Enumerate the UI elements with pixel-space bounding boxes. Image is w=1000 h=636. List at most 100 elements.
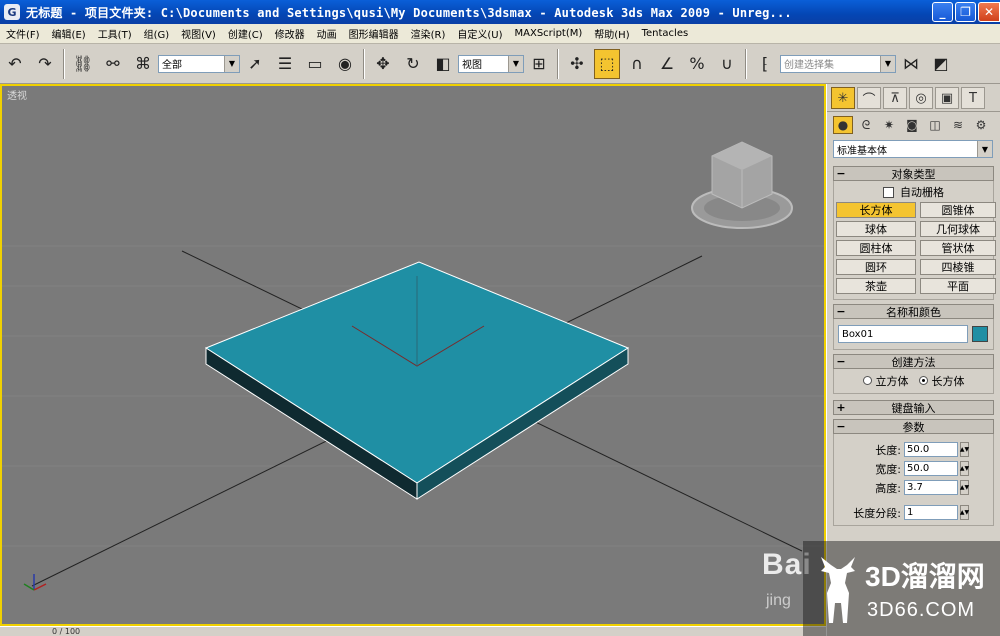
geometry-icon[interactable]: ● xyxy=(833,116,853,134)
keyboard-entry-rollout-header[interactable]: + 键盘输入 xyxy=(833,400,994,415)
teapot-button[interactable]: 茶壶 xyxy=(836,278,916,294)
object-color-swatch[interactable] xyxy=(972,326,988,342)
helpers-icon[interactable]: ◫ xyxy=(925,116,945,134)
height-spinner[interactable]: ▲▼ xyxy=(960,480,969,495)
width-spinner[interactable]: ▲▼ xyxy=(960,461,969,476)
select-object-icon[interactable]: ➚ xyxy=(242,49,268,79)
edit-named-selection-icon[interactable]: ⁅ xyxy=(752,49,778,79)
collapse-icon: − xyxy=(836,420,846,433)
motion-tab-icon[interactable]: ◎ xyxy=(909,87,933,109)
plane-button[interactable]: 平面 xyxy=(920,278,996,294)
category-dropdown[interactable]: 标准基本体 ▼ xyxy=(833,140,993,158)
menu-edit[interactable]: 编辑(E) xyxy=(46,26,92,41)
rectangular-selection-icon[interactable]: ▭ xyxy=(302,49,328,79)
viewport-label[interactable]: 透视 xyxy=(7,87,27,102)
torus-button[interactable]: 圆环 xyxy=(836,259,916,275)
site-logo-watermark: 3D溜溜网 3D66.COM xyxy=(803,541,1000,636)
menu-rendering[interactable]: 渲染(R) xyxy=(405,26,452,41)
tube-button[interactable]: 管状体 xyxy=(920,240,996,256)
hierarchy-tab-icon[interactable]: ⊼ xyxy=(883,87,907,109)
menu-bar: 文件(F) 编辑(E) 工具(T) 组(G) 视图(V) 创建(C) 修改器 动… xyxy=(0,24,1000,44)
object-type-rollout-header[interactable]: − 对象类型 xyxy=(833,166,994,181)
cone-button[interactable]: 圆锥体 xyxy=(920,202,996,218)
reference-coord-dropdown[interactable]: 视图 ▼ xyxy=(458,54,524,73)
utilities-tab-icon[interactable]: T xyxy=(961,87,985,109)
menu-group[interactable]: 组(G) xyxy=(138,26,176,41)
display-tab-icon[interactable]: ▣ xyxy=(935,87,959,109)
modify-tab-icon[interactable]: ⌒ xyxy=(857,87,881,109)
sphere-button[interactable]: 球体 xyxy=(836,221,916,237)
menu-tools[interactable]: 工具(T) xyxy=(92,26,138,41)
select-by-name-icon[interactable]: ☰ xyxy=(272,49,298,79)
menu-graph-editors[interactable]: 图形编辑器 xyxy=(343,26,405,41)
height-field[interactable]: 3.7 xyxy=(904,480,958,495)
parameters-rollout-header[interactable]: − 参数 xyxy=(833,419,994,434)
bind-space-warp-icon[interactable]: ⌘ xyxy=(130,49,156,79)
object-name-field[interactable]: Box01 xyxy=(838,325,968,343)
cameras-icon[interactable]: ◙ xyxy=(902,116,922,134)
align-icon[interactable]: ◩ xyxy=(928,49,954,79)
category-dropdown-value: 标准基本体 xyxy=(837,145,887,157)
pyramid-button[interactable]: 四棱锥 xyxy=(920,259,996,275)
undo-icon[interactable]: ↶ xyxy=(2,49,28,79)
select-and-manipulate-icon[interactable]: ✣ xyxy=(564,49,590,79)
width-field[interactable]: 50.0 xyxy=(904,461,958,476)
reference-coord-value: 视图 xyxy=(462,60,482,71)
lights-icon[interactable]: ✷ xyxy=(879,116,899,134)
menu-create[interactable]: 创建(C) xyxy=(222,26,269,41)
minimize-button[interactable]: _ xyxy=(932,2,953,22)
create-tab-icon[interactable]: ✳ xyxy=(831,87,855,109)
shapes-icon[interactable]: ᘓ xyxy=(856,116,876,134)
auto-grid-checkbox[interactable] xyxy=(883,186,894,198)
menu-modifiers[interactable]: 修改器 xyxy=(269,26,311,41)
perspective-viewport[interactable]: 透视 xyxy=(0,84,826,626)
3ds-max-icon[interactable]: G xyxy=(4,4,20,20)
selection-filter-dropdown[interactable]: 全部 ▼ xyxy=(158,54,240,73)
snap-toggle-icon[interactable]: ∩ xyxy=(624,49,650,79)
time-slider[interactable]: 0 / 100 xyxy=(0,627,150,636)
select-and-move-icon[interactable]: ✥ xyxy=(370,49,396,79)
box-radio-option[interactable]: 长方体 xyxy=(918,373,965,389)
menu-help[interactable]: 帮助(H) xyxy=(588,26,635,41)
redo-icon[interactable]: ↷ xyxy=(32,49,58,79)
chevron-down-icon: ▼ xyxy=(977,141,992,157)
menu-views[interactable]: 视图(V) xyxy=(175,26,222,41)
keyboard-shortcut-override-icon[interactable]: ⬚ xyxy=(594,48,620,79)
named-selection-dropdown[interactable]: 创建选择集 ▼ xyxy=(780,54,896,73)
box-radio[interactable] xyxy=(918,376,928,385)
cube-radio[interactable] xyxy=(862,376,872,385)
select-and-rotate-icon[interactable]: ↻ xyxy=(400,49,426,79)
select-and-scale-icon[interactable]: ◧ xyxy=(430,49,456,79)
name-color-rollout-header[interactable]: − 名称和颜色 xyxy=(833,304,994,319)
cube-radio-option[interactable]: 立方体 xyxy=(862,373,909,389)
collapse-icon: − xyxy=(836,167,846,180)
unlink-icon[interactable]: ⚯ xyxy=(100,49,126,79)
cylinder-button[interactable]: 圆柱体 xyxy=(836,240,916,256)
menu-maxscript[interactable]: MAXScript(M) xyxy=(509,28,589,39)
percent-snap-icon[interactable]: % xyxy=(684,49,710,79)
close-button[interactable]: ✕ xyxy=(978,2,1000,22)
menu-customize[interactable]: 自定义(U) xyxy=(451,26,508,41)
menu-animation[interactable]: 动画 xyxy=(311,26,343,41)
box-button[interactable]: 长方体 xyxy=(836,202,916,218)
length-field[interactable]: 50.0 xyxy=(904,442,958,457)
length-segs-field[interactable]: 1 xyxy=(904,505,958,520)
deer-logo-icon xyxy=(821,557,855,623)
link-icon[interactable]: ⛓ xyxy=(70,49,96,79)
length-segs-spinner[interactable]: ▲▼ xyxy=(960,505,969,520)
menu-file[interactable]: 文件(F) xyxy=(0,26,46,41)
maximize-button[interactable]: ❐ xyxy=(955,2,976,22)
spinner-snap-icon[interactable]: ∪ xyxy=(714,49,740,79)
mirror-icon[interactable]: ⋈ xyxy=(898,49,924,79)
pivot-center-icon[interactable]: ⊞ xyxy=(526,49,552,79)
create-subcategory-tabs: ● ᘓ ✷ ◙ ◫ ≋ ⚙ xyxy=(827,112,1000,138)
systems-icon[interactable]: ⚙ xyxy=(971,116,991,134)
length-spinner[interactable]: ▲▼ xyxy=(960,442,969,457)
auto-grid-row[interactable]: 自动栅格 xyxy=(836,184,991,200)
window-crossing-icon[interactable]: ◉ xyxy=(332,49,358,79)
geosphere-button[interactable]: 几何球体 xyxy=(920,221,996,237)
creation-method-rollout-header[interactable]: − 创建方法 xyxy=(833,354,994,369)
menu-tentacles[interactable]: Tentacles xyxy=(636,28,695,39)
angle-snap-icon[interactable]: ∠ xyxy=(654,49,680,79)
space-warps-icon[interactable]: ≋ xyxy=(948,116,968,134)
